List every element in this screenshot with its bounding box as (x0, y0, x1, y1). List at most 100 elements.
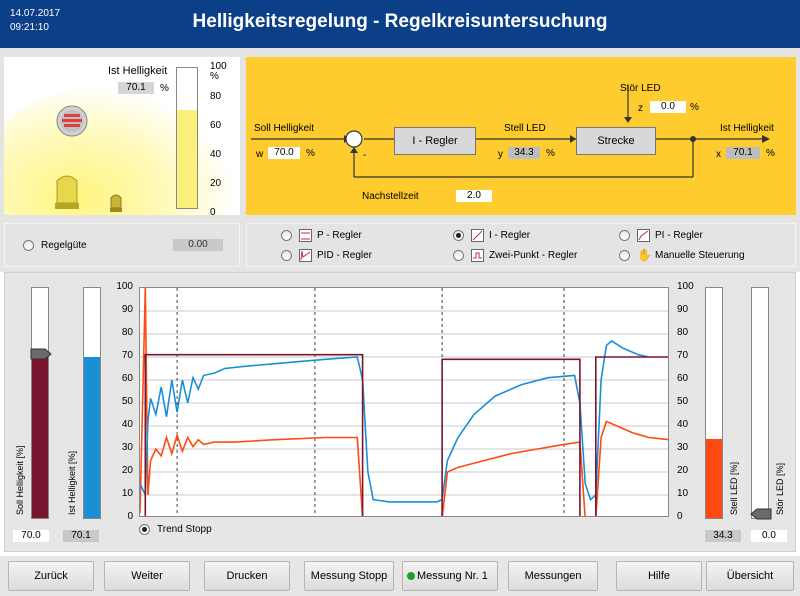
stell-led-bar (705, 287, 723, 519)
gauge-tick-label: 20 (210, 178, 222, 189)
messungen-button[interactable]: Messungen (508, 561, 598, 591)
y-tick-left: 10 (121, 488, 133, 499)
stell-led-bar-fill (706, 439, 722, 518)
zwei-punkt-regler-icon (471, 249, 484, 262)
stoer-bar-label: Stör LED [%] (775, 462, 785, 515)
stoer-slider-handle[interactable] (749, 507, 773, 521)
w-input[interactable]: 70.0 (268, 147, 300, 159)
stoer-led-label: Stör LED (620, 83, 661, 94)
gauge-scale: 100% 80 60 40 20 0 (200, 61, 238, 215)
ist-helligkeit-value: 70.1 (118, 82, 154, 94)
i-regler-block: I - Regler (394, 127, 476, 155)
soll-helligkeit-label: Soll Helligkeit (254, 123, 315, 134)
control-loop-lines (251, 87, 770, 178)
sensor-icon (56, 105, 88, 137)
ist-helligkeit-label: Ist Helligkeit (108, 65, 168, 77)
weiter-button[interactable]: Weiter (104, 561, 190, 591)
uebersicht-button[interactable]: Übersicht (706, 561, 794, 591)
messung-nr-button[interactable]: Messung Nr. 1 (402, 561, 498, 591)
y-tick-right: 50 (677, 396, 689, 407)
ist-helligkeit-diagram-label: Ist Helligkeit (720, 123, 774, 134)
stoer-led-bar (751, 287, 769, 519)
regelguete-value: 0.00 (173, 239, 223, 251)
button-bar: Zurück Weiter Drucken Messung Stopp Mess… (0, 556, 800, 596)
soll-helligkeit-bar-fill (32, 357, 48, 518)
control-loop-diagram: I - Regler Strecke Soll Helligkeit w 70.… (246, 57, 796, 215)
mode-p-label[interactable]: P - Regler (317, 230, 362, 241)
controller-mode-panel: P - Regler I - Regler PI - Regler PID - … (246, 223, 796, 267)
ist-bar-label: Ist Helligkeit [%] (67, 450, 77, 515)
brightness-scene: Ist Helligkeit 70.1 % 100% 80 60 40 20 0 (4, 57, 240, 215)
pi-regler-icon (637, 229, 650, 242)
zurueck-button[interactable]: Zurück (8, 561, 94, 591)
page-title: Helligkeitsregelung - Regelkreisuntersuc… (192, 11, 608, 32)
trend-stopp-radio[interactable] (139, 524, 150, 535)
y-tick-right: 70 (677, 350, 689, 361)
z-label: z (638, 103, 643, 114)
brightness-gauge (176, 67, 198, 209)
mode-manual-radio[interactable] (619, 250, 630, 261)
messung-stopp-button[interactable]: Messung Stopp (304, 561, 394, 591)
w-unit: % (306, 148, 315, 159)
y-tick-right: 40 (677, 419, 689, 430)
mode-manual-label[interactable]: Manuelle Steuerung (655, 250, 745, 261)
mode-pid-label[interactable]: PID - Regler (317, 250, 372, 261)
y-tick-left: 90 (121, 304, 133, 315)
y-tick-right: 30 (677, 442, 689, 453)
y-tick-right: 80 (677, 327, 689, 338)
mode-p-radio[interactable] (281, 230, 292, 241)
y-tick-right: 20 (677, 465, 689, 476)
y-tick-left: 80 (121, 327, 133, 338)
p-regler-icon (299, 229, 312, 242)
stoer-bar-value[interactable]: 0.0 (751, 530, 787, 542)
ist-helligkeit-bar-fill (84, 356, 100, 518)
mode-i-radio[interactable] (453, 230, 464, 241)
mode-pi-radio[interactable] (619, 230, 630, 241)
nachstellzeit-label: Nachstellzeit (362, 191, 419, 202)
drucken-button[interactable]: Drucken (204, 561, 290, 591)
trend-chart (139, 287, 669, 517)
regelguete-indicator (23, 240, 34, 251)
y-tick-left: 100 (116, 281, 133, 292)
y-tick-right: 90 (677, 304, 689, 315)
mode-pi-label[interactable]: PI - Regler (655, 230, 703, 241)
x-value: 70.1 (726, 147, 760, 159)
z-input[interactable]: 0.0 (650, 101, 686, 113)
y-axis-right: 100 90 80 70 60 50 40 30 20 10 0 (677, 273, 701, 533)
nachstellzeit-input[interactable]: 2.0 (456, 190, 492, 202)
stell-bar-label: Stell LED [%] (729, 461, 739, 515)
soll-helligkeit-bar (31, 287, 49, 519)
regelguete-panel: Regelgüte 0.00 (4, 223, 240, 267)
y-tick-left: 70 (121, 350, 133, 361)
gauge-tick-label: 80 (210, 91, 222, 102)
y-tick-right: 0 (677, 511, 683, 522)
gauge-tick-label: 0 (210, 207, 216, 215)
trend-stopp-label[interactable]: Trend Stopp (157, 524, 212, 535)
i-regler-icon (471, 229, 484, 242)
soll-bar-value[interactable]: 70.0 (13, 530, 49, 542)
soll-bar-label: Soll Helligkeit [%] (15, 445, 25, 515)
hilfe-button[interactable]: Hilfe (616, 561, 702, 591)
led-lamp-large-icon (55, 175, 79, 209)
mode-zweipunkt-radio[interactable] (453, 250, 464, 261)
mode-zweipunkt-label[interactable]: Zwei-Punkt - Regler (489, 250, 577, 261)
y-tick-left: 60 (121, 373, 133, 384)
mode-pid-radio[interactable] (281, 250, 292, 261)
ist-bar-value: 70.1 (63, 530, 99, 542)
series-line-soll-helligkeit (144, 353, 668, 516)
messung-nr-label: Messung Nr. 1 (417, 570, 488, 582)
y-tick-left: 20 (121, 465, 133, 476)
y-tick-right: 60 (677, 373, 689, 384)
soll-slider-handle[interactable] (29, 347, 53, 361)
title-bar: 14.07.2017 09:21:10 Helligkeitsregelung … (0, 0, 800, 48)
gauge-tick-label: 40 (210, 149, 222, 160)
y-tick-left: 50 (121, 396, 133, 407)
minus-sign: - (363, 150, 367, 161)
mode-i-label[interactable]: I - Regler (489, 230, 530, 241)
w-label: w (256, 149, 264, 160)
y-tick-right: 10 (677, 488, 689, 499)
gauge-tick-label: % (210, 71, 219, 82)
ist-helligkeit-unit: % (160, 83, 169, 94)
stell-bar-value: 34.3 (705, 530, 741, 542)
status-led-icon (407, 572, 415, 580)
